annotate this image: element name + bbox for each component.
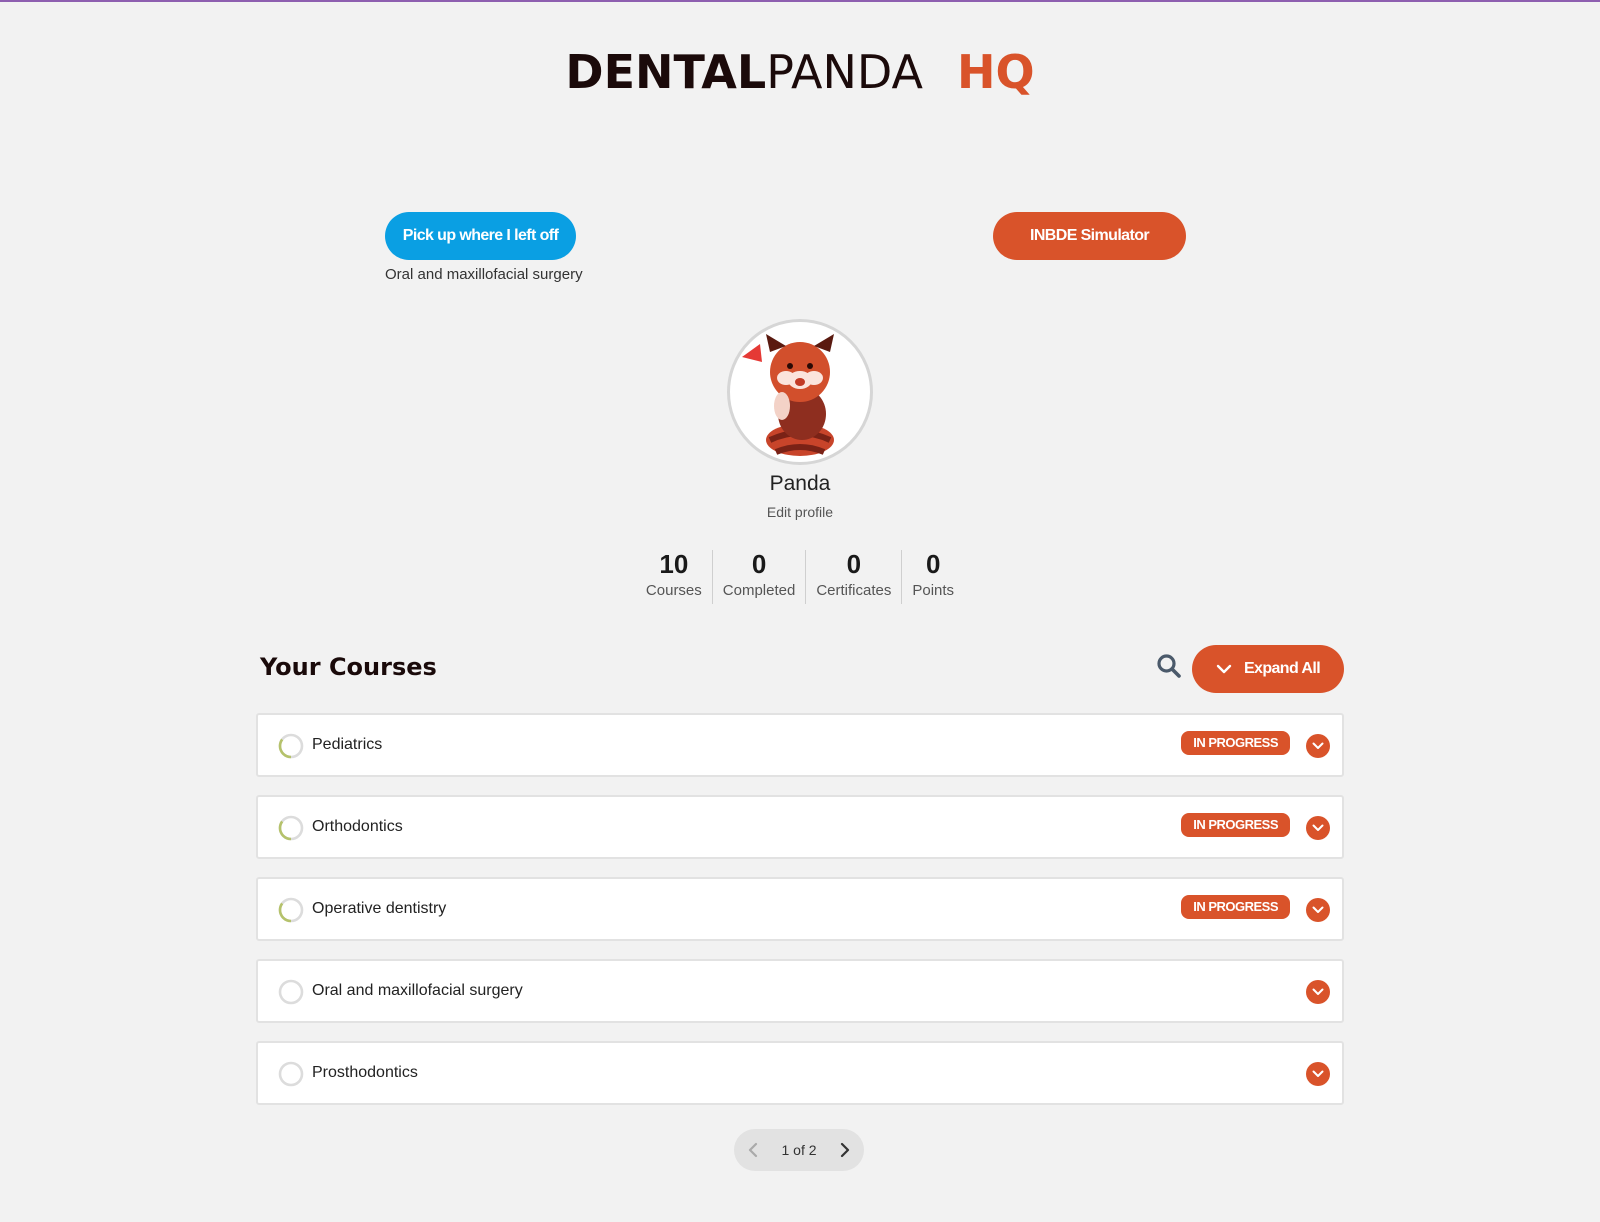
stat-points: 0 Points (902, 550, 964, 604)
profile-name: Panda (769, 472, 831, 495)
stat-value: 10 (659, 549, 689, 579)
expand-all-button[interactable]: Expand All (1192, 645, 1344, 693)
course-row[interactable]: Orthodontics IN PROGRESS (256, 795, 1344, 859)
chevron-down-icon (1216, 664, 1232, 674)
status-badge: IN PROGRESS (1181, 895, 1290, 919)
stat-certificates: 0 Certificates (806, 549, 903, 604)
stat-label: Certificates (816, 582, 892, 599)
course-row[interactable]: Operative dentistry IN PROGRESS (256, 877, 1344, 941)
progress-ring-icon (278, 1061, 304, 1087)
stat-value: 0 (846, 549, 862, 579)
stat-value: 0 (925, 549, 941, 579)
course-name: Oral and maxillofacial surgery (312, 982, 523, 999)
stat-courses: 10 Courses (636, 550, 713, 604)
status-badge: IN PROGRESS (1181, 813, 1290, 837)
stat-completed: 0 Completed (713, 550, 807, 604)
expand-all-label: Expand All (1243, 660, 1321, 677)
course-row[interactable]: Pediatrics IN PROGRESS (256, 713, 1344, 777)
stats-bar: 10 Courses 0 Completed 0 Certificates 0 … (0, 550, 1600, 604)
pagination: 1 of 2 (734, 1129, 864, 1171)
stat-label: Completed (722, 582, 796, 599)
course-name: Orthodontics (312, 818, 403, 835)
logo-word-dental: DENTAL (565, 45, 767, 99)
course-row[interactable]: Oral and maxillofacial surgery (256, 959, 1344, 1023)
prev-page-arrow[interactable] (748, 1142, 758, 1158)
search-icon[interactable] (1156, 653, 1182, 679)
avatar (727, 319, 873, 465)
inbde-simulator-button[interactable]: INBDE Simulator (993, 212, 1186, 260)
progress-ring-icon (278, 733, 304, 759)
chevron-down-icon[interactable] (1306, 1062, 1330, 1086)
stat-value: 0 (751, 549, 767, 579)
edit-profile-link[interactable]: Edit profile (0, 504, 1600, 520)
logo-word-hq: HQ (956, 45, 1035, 99)
chevron-down-icon[interactable] (1306, 816, 1330, 840)
progress-ring-icon (278, 897, 304, 923)
logo-word-panda: PANDA (766, 45, 923, 99)
next-page-arrow[interactable] (840, 1142, 850, 1158)
courses-section-title: Your Courses (260, 653, 437, 681)
chevron-down-icon[interactable] (1306, 734, 1330, 758)
course-name: Operative dentistry (312, 900, 447, 917)
resume-course-label: Oral and maxillofacial surgery (385, 266, 583, 283)
course-list: Pediatrics IN PROGRESS Orthodontics IN PROG… (256, 713, 1344, 1123)
stat-label: Courses (645, 582, 702, 599)
progress-ring-icon (278, 815, 304, 841)
progress-ring-icon (278, 979, 304, 1005)
course-name: Pediatrics (312, 736, 383, 753)
chevron-down-icon[interactable] (1306, 898, 1330, 922)
chevron-down-icon[interactable] (1306, 980, 1330, 1004)
brand-logo: DENTALPANDA HQ (0, 46, 1600, 98)
course-row[interactable]: Prosthodontics (256, 1041, 1344, 1105)
stat-label: Points (912, 582, 955, 599)
resume-button[interactable]: Pick up where I left off (385, 212, 576, 260)
page-indicator: 1 of 2 (781, 1142, 817, 1158)
red-panda-avatar-icon (742, 334, 834, 456)
course-name: Prosthodontics (312, 1064, 418, 1081)
status-badge: IN PROGRESS (1181, 731, 1290, 755)
